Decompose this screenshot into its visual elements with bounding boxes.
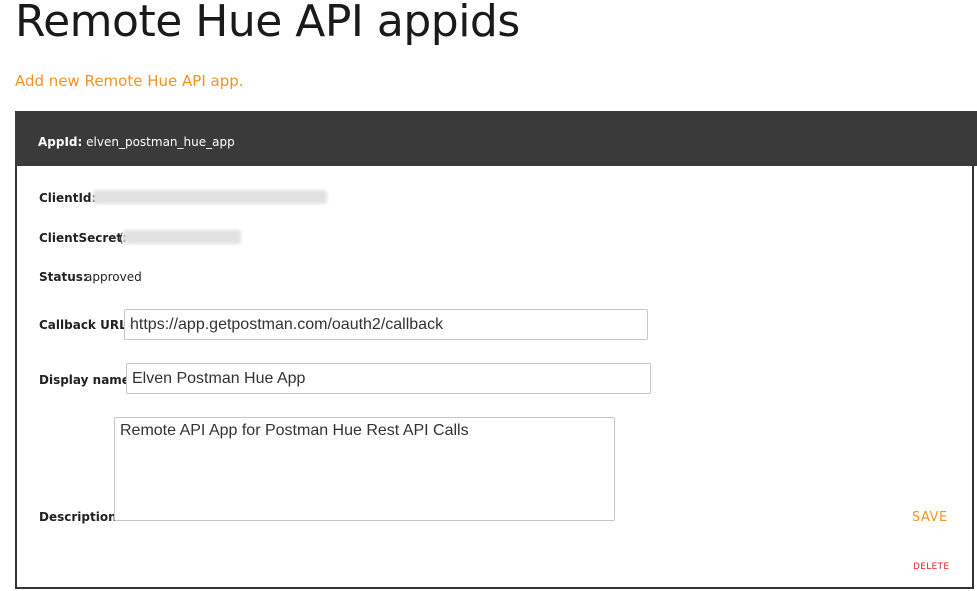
description-label: Description: <box>39 510 122 524</box>
delete-button[interactable]: DELETE <box>913 562 949 572</box>
display-name-input[interactable] <box>126 363 651 394</box>
appid-label: AppId: <box>38 135 83 149</box>
save-button[interactable]: SAVE <box>912 510 948 525</box>
callback-url-input[interactable] <box>124 309 648 340</box>
callback-url-label: Callback URL: <box>39 318 132 332</box>
add-app-link[interactable]: Add new Remote Hue API app. <box>15 72 244 90</box>
display-name-label: Display name: <box>39 373 135 387</box>
clientid-value-redacted <box>93 190 327 204</box>
clientsecret-value-redacted <box>123 230 241 244</box>
status-value: approved <box>85 270 142 284</box>
description-textarea[interactable]: Remote API App for Postman Hue Rest API … <box>114 417 615 521</box>
page-title: Remote Hue API appids <box>15 0 520 47</box>
status-label: Status: <box>39 270 88 284</box>
appid-value: elven_postman_hue_app <box>86 135 235 149</box>
clientsecret-label: ClientSecret: <box>39 231 127 245</box>
app-card-header: AppId: elven_postman_hue_app <box>15 111 977 166</box>
app-card: AppId: elven_postman_hue_app ClientId: C… <box>15 111 977 589</box>
clientid-label: ClientId: <box>39 191 97 205</box>
